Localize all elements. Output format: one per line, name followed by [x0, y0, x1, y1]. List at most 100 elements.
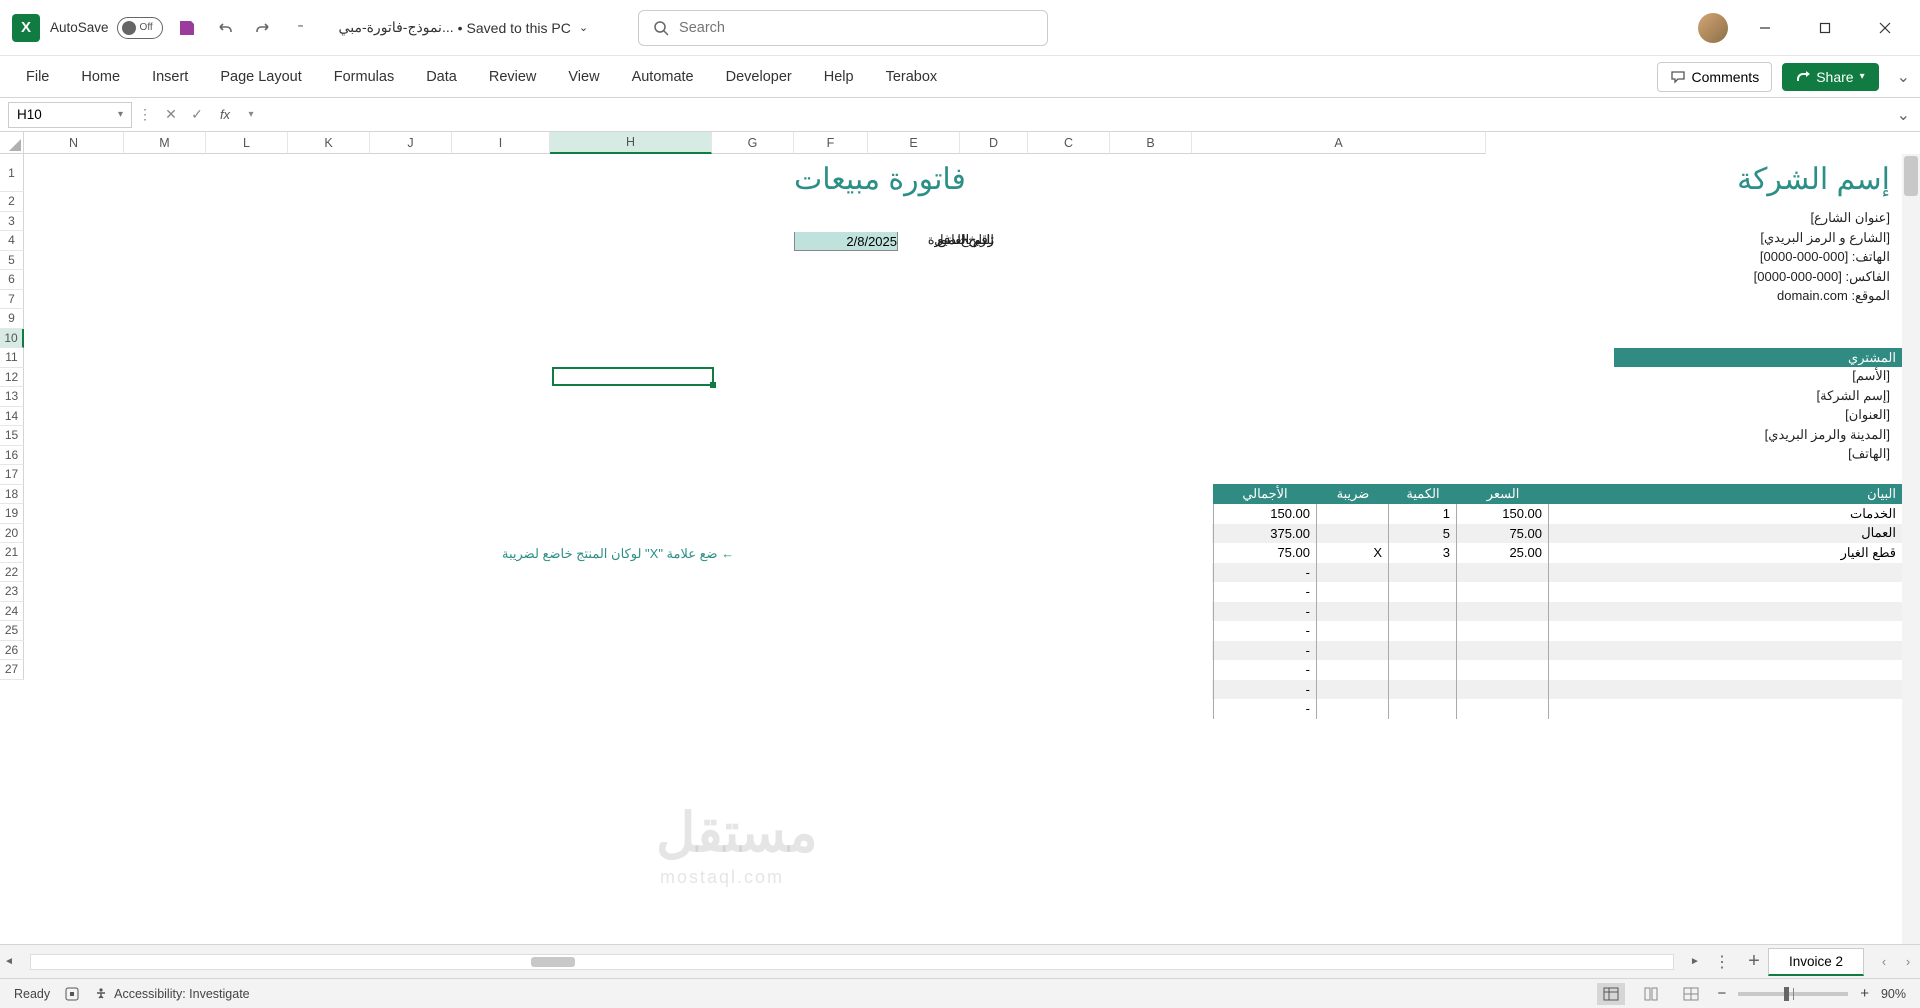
- formula-input[interactable]: [272, 103, 1897, 127]
- row-header-26[interactable]: 26: [0, 641, 24, 661]
- tab-terabox[interactable]: Terabox: [870, 61, 954, 93]
- vertical-scrollbar[interactable]: [1902, 154, 1920, 944]
- toggle-switch[interactable]: Off: [117, 17, 163, 39]
- horizontal-scrollbar[interactable]: [30, 954, 1674, 970]
- row-header-14[interactable]: 14: [0, 407, 24, 427]
- tab-formulas[interactable]: Formulas: [318, 61, 410, 93]
- col-header-M[interactable]: M: [124, 132, 206, 154]
- col-header-N[interactable]: N: [24, 132, 124, 154]
- row-header-12[interactable]: 12: [0, 368, 24, 388]
- row-header-23[interactable]: 23: [0, 582, 24, 602]
- maximize-button[interactable]: [1802, 12, 1848, 44]
- col-header-L[interactable]: L: [206, 132, 288, 154]
- row-header-17[interactable]: 17: [0, 465, 24, 485]
- grid[interactable]: إسم الشركة [عنوان الشارع][الشارع و الرمز…: [24, 154, 1902, 944]
- zoom-in-button[interactable]: +: [1860, 985, 1869, 1002]
- zoom-level[interactable]: 90%: [1881, 987, 1906, 1001]
- table-row: -: [1212, 660, 1902, 680]
- row-header-1[interactable]: 1: [0, 154, 24, 192]
- zoom-slider[interactable]: [1738, 992, 1848, 996]
- qat-customize[interactable]: ⁼: [287, 14, 315, 42]
- user-avatar[interactable]: [1698, 13, 1728, 43]
- row-header-5[interactable]: 5: [0, 251, 24, 271]
- row-header-20[interactable]: 20: [0, 524, 24, 544]
- tab-prev-icon[interactable]: ‹: [1872, 954, 1896, 969]
- row-header-7[interactable]: 7: [0, 290, 24, 310]
- row-header-21[interactable]: 21: [0, 543, 24, 563]
- autosave-toggle[interactable]: AutoSave Off: [50, 17, 163, 39]
- row-header-27[interactable]: 27: [0, 660, 24, 680]
- row-header-25[interactable]: 25: [0, 621, 24, 641]
- row-header-11[interactable]: 11: [0, 348, 24, 368]
- search-box[interactable]: [638, 10, 1048, 46]
- scrollbar-thumb[interactable]: [1904, 156, 1918, 196]
- tab-next-icon[interactable]: ›: [1896, 954, 1920, 969]
- col-header-I[interactable]: I: [452, 132, 550, 154]
- accessibility-icon[interactable]: [94, 987, 108, 1001]
- save-button[interactable]: [173, 14, 201, 42]
- row-header-19[interactable]: 19: [0, 504, 24, 524]
- row-header-13[interactable]: 13: [0, 387, 24, 407]
- comments-button[interactable]: Comments: [1657, 62, 1773, 92]
- scroll-right-icon[interactable]: ►: [1686, 956, 1704, 967]
- comment-icon: [1670, 69, 1686, 85]
- row-header-4[interactable]: 4: [0, 231, 24, 251]
- col-header-G[interactable]: G: [712, 132, 794, 154]
- page-layout-view-button[interactable]: [1637, 983, 1665, 1005]
- row-header-6[interactable]: 6: [0, 270, 24, 290]
- undo-button[interactable]: [211, 14, 239, 42]
- zoom-out-button[interactable]: −: [1717, 985, 1726, 1002]
- col-header-D[interactable]: D: [960, 132, 1028, 154]
- close-button[interactable]: [1862, 12, 1908, 44]
- tab-review[interactable]: Review: [473, 61, 553, 93]
- tab-home[interactable]: Home: [65, 61, 136, 93]
- col-header-H[interactable]: H: [550, 132, 712, 154]
- accessibility-status[interactable]: Accessibility: Investigate: [114, 987, 249, 1001]
- ribbon-collapse-icon[interactable]: ⌄: [1897, 67, 1910, 87]
- macro-icon[interactable]: [64, 986, 80, 1002]
- cancel-formula-button[interactable]: ✕: [158, 106, 184, 123]
- tab-developer[interactable]: Developer: [710, 61, 808, 93]
- select-all-button[interactable]: [0, 132, 24, 154]
- scroll-left-icon[interactable]: ◄: [0, 956, 18, 967]
- row-header-2[interactable]: 2: [0, 192, 24, 212]
- redo-button[interactable]: [249, 14, 277, 42]
- tab-file[interactable]: File: [10, 61, 65, 93]
- share-button[interactable]: Share ▾: [1782, 63, 1878, 91]
- filename-area[interactable]: نموذج-فاتورة-مبي... • Saved to this PC ⌄: [339, 19, 588, 36]
- tab-data[interactable]: Data: [410, 61, 473, 93]
- watermark: مستقل: [656, 801, 818, 864]
- normal-view-button[interactable]: [1597, 983, 1625, 1005]
- col-header-C[interactable]: C: [1028, 132, 1110, 154]
- row-header-9[interactable]: 9: [0, 309, 24, 329]
- col-header-B[interactable]: B: [1110, 132, 1192, 154]
- row-header-10[interactable]: 10: [0, 329, 24, 349]
- col-header-F[interactable]: F: [794, 132, 868, 154]
- search-input[interactable]: [679, 20, 1033, 36]
- sheet-tab[interactable]: Invoice 2: [1768, 948, 1864, 976]
- page-break-view-button[interactable]: [1677, 983, 1705, 1005]
- tabs-menu-icon[interactable]: ⋮: [1710, 952, 1734, 972]
- row-header-22[interactable]: 22: [0, 563, 24, 583]
- tab-help[interactable]: Help: [808, 61, 870, 93]
- col-header-A[interactable]: A: [1192, 132, 1486, 154]
- col-header-J[interactable]: J: [370, 132, 452, 154]
- col-header-K[interactable]: K: [288, 132, 370, 154]
- name-box[interactable]: H10 ▾: [8, 102, 132, 128]
- fx-icon[interactable]: fx: [212, 107, 238, 122]
- add-sheet-button[interactable]: +: [1740, 950, 1768, 973]
- tab-automate[interactable]: Automate: [616, 61, 710, 93]
- tab-view[interactable]: View: [552, 61, 615, 93]
- row-header-24[interactable]: 24: [0, 602, 24, 622]
- row-header-15[interactable]: 15: [0, 426, 24, 446]
- tab-insert[interactable]: Insert: [136, 61, 204, 93]
- scrollbar-thumb[interactable]: [531, 957, 575, 967]
- row-header-16[interactable]: 16: [0, 446, 24, 466]
- tab-page-layout[interactable]: Page Layout: [204, 61, 317, 93]
- enter-formula-button[interactable]: ✓: [184, 106, 210, 123]
- row-header-3[interactable]: 3: [0, 212, 24, 232]
- minimize-button[interactable]: [1742, 12, 1788, 44]
- row-header-18[interactable]: 18: [0, 485, 24, 505]
- col-header-E[interactable]: E: [868, 132, 960, 154]
- formula-expand-icon[interactable]: ⌄: [1897, 105, 1910, 125]
